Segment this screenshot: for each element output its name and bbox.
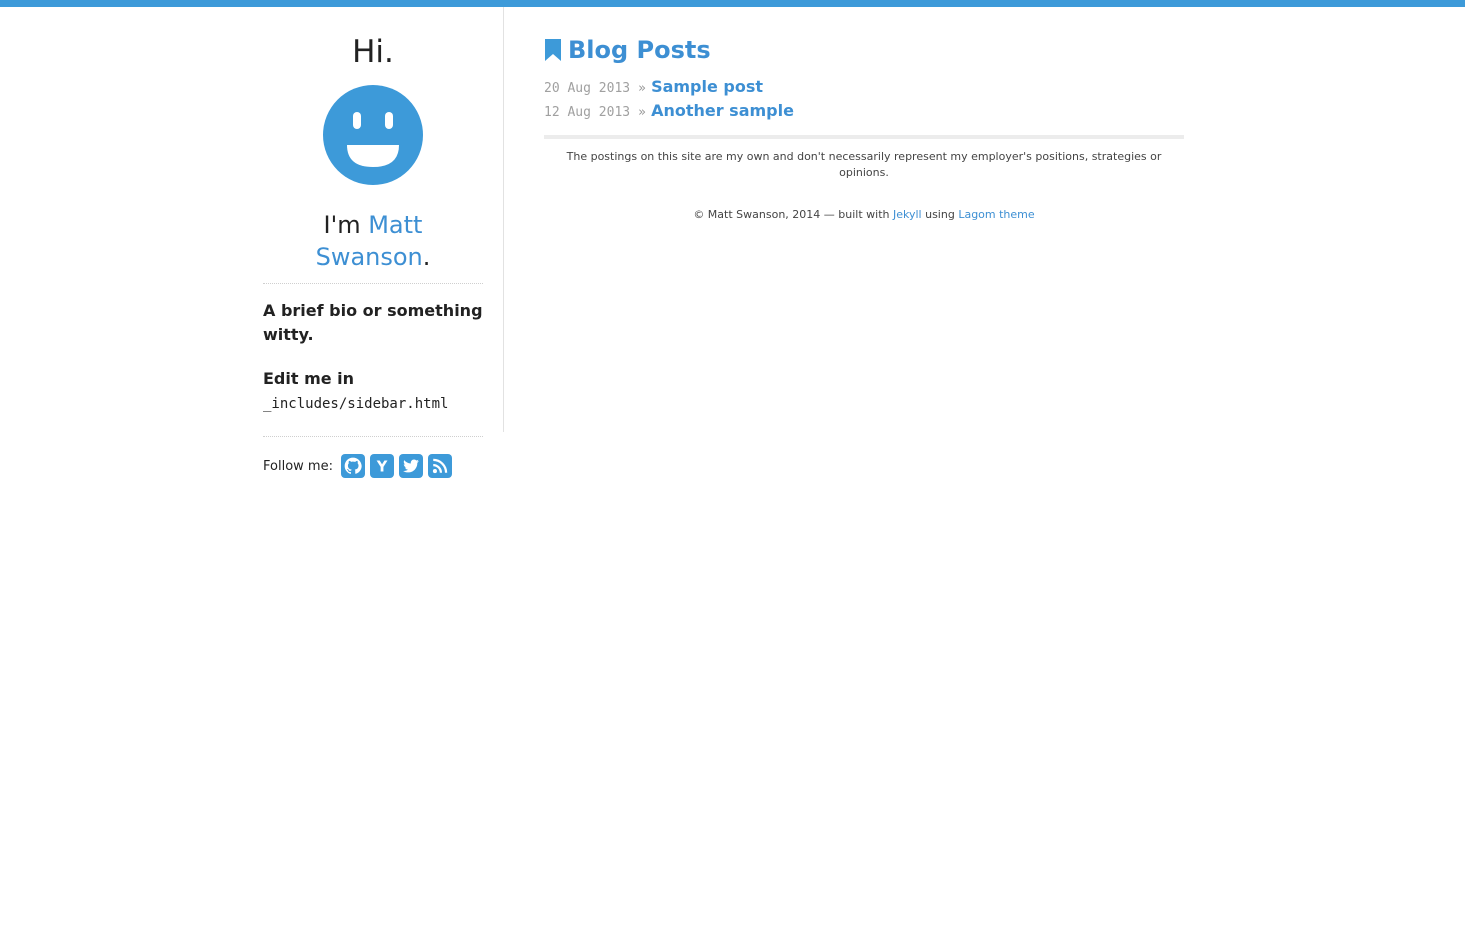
- sidebar-vertical-divider: [503, 7, 504, 432]
- footer: © Matt Swanson, 2014 — built with Jekyll…: [544, 207, 1184, 223]
- disclaimer-text: The postings on this site are my own and…: [566, 150, 1162, 179]
- post-list-item: 20 Aug 2013 » Sample post: [544, 75, 1184, 99]
- blog-posts-title: Blog Posts: [568, 36, 711, 64]
- edit-note: Edit me in _includes/sidebar.html: [263, 367, 483, 416]
- main-content: Blog Posts 20 Aug 2013 » Sample post 12 …: [544, 7, 1184, 223]
- lagom-theme-link[interactable]: Lagom theme: [958, 208, 1034, 221]
- smiley-face-icon: [323, 85, 423, 185]
- intro-heading: I'm Matt Swanson.: [263, 209, 483, 273]
- sidebar: Hi. I'm Matt Swanson. A brief bio or som…: [263, 7, 483, 479]
- blog-posts-heading: Blog Posts: [544, 34, 1184, 66]
- post-date: 20 Aug 2013: [544, 81, 631, 96]
- bio-text: A brief bio or something witty.: [263, 301, 483, 344]
- footer-using: using: [921, 208, 959, 221]
- rss-icon[interactable]: [427, 454, 452, 478]
- github-icon[interactable]: [340, 454, 365, 478]
- post-list-item: 12 Aug 2013 » Another sample: [544, 99, 1184, 123]
- edit-path: _includes/sidebar.html: [263, 396, 449, 412]
- greeting-heading: Hi.: [352, 34, 394, 70]
- follow-label: Follow me:: [263, 458, 333, 474]
- sidebar-divider-bottom: [263, 436, 483, 437]
- post-separator: »: [638, 81, 647, 96]
- hacker-news-letter: Y: [376, 459, 388, 475]
- post-list: 20 Aug 2013 » Sample post 12 Aug 2013 » …: [544, 75, 1184, 123]
- bookmark-icon: [545, 39, 561, 61]
- footer-copyright: © Matt Swanson, 2014 — built with: [693, 208, 893, 221]
- follow-section: Follow me: Y: [263, 453, 483, 479]
- top-accent-bar: [0, 0, 1465, 7]
- twitter-icon[interactable]: [398, 454, 423, 478]
- hacker-news-icon[interactable]: Y: [369, 454, 394, 478]
- post-link-another-sample[interactable]: Another sample: [651, 99, 794, 123]
- intro-suffix: .: [422, 243, 431, 271]
- edit-note-label: Edit me in: [263, 369, 355, 388]
- post-date: 12 Aug 2013: [544, 105, 631, 120]
- jekyll-link[interactable]: Jekyll: [893, 208, 922, 221]
- post-separator: »: [638, 105, 647, 120]
- post-link-sample-post[interactable]: Sample post: [651, 75, 763, 99]
- intro-prefix: I'm: [323, 211, 369, 239]
- sidebar-divider: [263, 283, 483, 284]
- content-divider: [544, 135, 1184, 139]
